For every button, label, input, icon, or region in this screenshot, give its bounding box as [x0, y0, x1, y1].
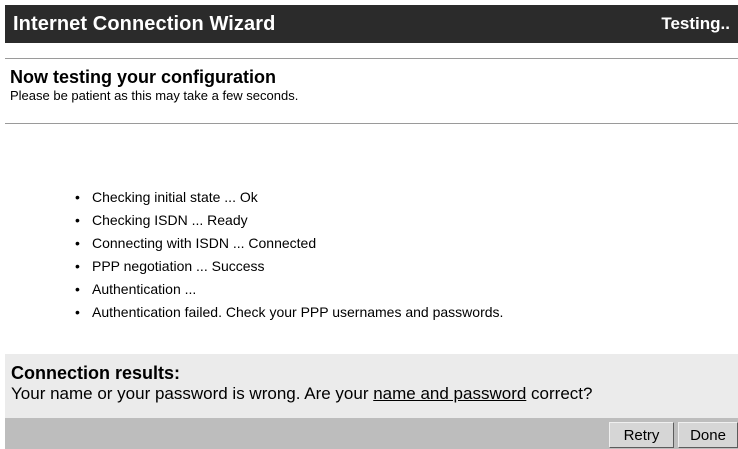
results-message-after: correct? — [526, 384, 593, 403]
wizard-titlebar: Internet Connection Wizard Testing.. — [5, 5, 738, 43]
list-item: • Checking ISDN ... Ready — [75, 209, 503, 232]
list-item: • PPP negotiation ... Success — [75, 255, 503, 278]
name-and-password-link[interactable]: name and password — [373, 384, 526, 403]
retry-button[interactable]: Retry — [609, 422, 674, 448]
results-message: Your name or your password is wrong. Are… — [11, 383, 732, 405]
page-heading: Now testing your configuration — [10, 67, 276, 87]
step-text: Connecting with ISDN ... Connected — [92, 235, 317, 251]
step-text: Authentication ... — [92, 281, 197, 297]
section-header: Now testing your configuration Please be… — [10, 67, 730, 104]
list-item: • Connecting with ISDN ... Connected — [75, 232, 503, 255]
divider-top — [5, 58, 738, 59]
page-subtext: Please be patient as this may take a few… — [10, 88, 299, 103]
list-item: • Checking initial state ... Ok — [75, 186, 503, 209]
connection-results-panel: Connection results: Your name or your pa… — [5, 354, 738, 418]
bullet-icon: • — [75, 235, 80, 251]
done-button[interactable]: Done — [678, 422, 738, 448]
wizard-status: Testing.. — [661, 14, 730, 33]
results-heading: Connection results: — [11, 363, 181, 383]
list-item: • Authentication failed. Check your PPP u… — [75, 301, 504, 324]
wizard-title: Internet Connection Wizard — [13, 12, 276, 35]
bullet-icon: • — [75, 281, 80, 297]
step-text: PPP negotiation ... Success — [92, 258, 265, 274]
list-item: • Authentication ... — [75, 278, 503, 301]
step-text: Authentication failed. Check your PPP us… — [92, 304, 504, 320]
results-message-before: Your name or your password is wrong. Are… — [11, 384, 374, 403]
step-text: Checking initial state ... Ok — [92, 189, 258, 205]
step-text: Checking ISDN ... Ready — [92, 212, 248, 228]
button-bar: Retry Done — [5, 418, 738, 449]
bullet-icon: • — [75, 304, 80, 320]
bullet-icon: • — [75, 258, 80, 274]
divider-bottom — [5, 123, 738, 124]
bullet-icon: • — [75, 189, 80, 205]
bullet-icon: • — [75, 212, 80, 228]
test-steps-list: • Checking initial state ... Ok • Checking… — [72, 186, 503, 324]
